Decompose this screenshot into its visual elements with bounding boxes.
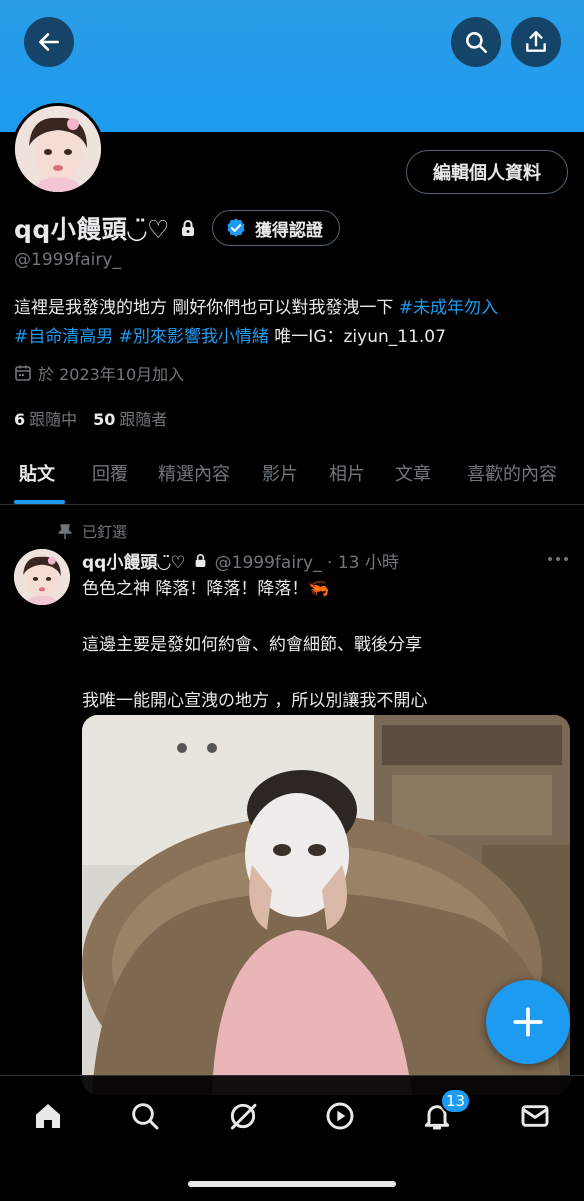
- post-text: 色色之神 降落！降落！降落！🦐 這邊主要是發如何約會、約會細節、戰後分享 我唯一…: [82, 575, 572, 715]
- following-link[interactable]: 6 跟隨中: [14, 406, 77, 430]
- profile-banner: [0, 0, 584, 132]
- lock-icon: [181, 220, 194, 236]
- tab-photos[interactable]: 相片: [329, 460, 365, 486]
- following-label: 跟隨中: [29, 410, 78, 429]
- bottom-nav: 13: [0, 1075, 584, 1201]
- tab-replies[interactable]: 回覆: [92, 460, 128, 486]
- hashtag-link[interactable]: #別來影響我小情緒: [119, 327, 269, 347]
- hashtag-link[interactable]: #未成年勿入: [399, 298, 498, 318]
- tab-videos[interactable]: 影片: [262, 460, 298, 486]
- following-count: 6: [14, 410, 26, 429]
- video-icon: [326, 1102, 354, 1130]
- nav-explore[interactable]: [125, 1096, 165, 1136]
- profile-tabs: 貼文 回覆 精選內容 影片 相片 文章 喜歡的內容: [0, 448, 584, 505]
- calendar-icon: [15, 365, 31, 381]
- home-icon: [36, 1104, 60, 1128]
- post-line: 色色之神 降落！降落！降落！🦐: [82, 579, 330, 599]
- followers-label: 跟隨者: [119, 410, 168, 429]
- tab-highlights[interactable]: 精選內容: [158, 460, 230, 486]
- join-date: 於 2023年10月加入: [14, 361, 184, 385]
- search-icon: [466, 32, 488, 54]
- nav-messages[interactable]: [515, 1096, 555, 1136]
- profile-bio: 這裡是我發洩的地方 剛好你們也可以對我發洩一下 #未成年勿入 #自命清高男 #別來…: [14, 294, 574, 352]
- hashtag-link[interactable]: #自命清高男: [14, 327, 113, 347]
- post-line: 我唯一能開心宣洩の地方 ，所以別讓我不開心: [82, 691, 428, 711]
- mail-icon: [521, 1105, 549, 1127]
- grok-icon: [230, 1103, 257, 1130]
- pin-icon: [58, 523, 72, 539]
- avatar-illustration: [14, 549, 70, 605]
- avatar-illustration: [15, 106, 101, 192]
- get-verified-button[interactable]: 獲得認證: [211, 210, 340, 246]
- pinned-indicator: 已釘選: [58, 521, 127, 542]
- post-header: qq小饅頭◡̈♡ @1999fairy_ · 13 小時: [82, 547, 399, 573]
- post-handle-time: @1999fairy_ · 13 小時: [214, 552, 399, 573]
- join-date-label: 於 2023年10月加入: [38, 365, 185, 384]
- plus-icon: [513, 1007, 543, 1037]
- lock-icon: [195, 553, 206, 567]
- explore-icon: [132, 1103, 159, 1130]
- post-author-name[interactable]: qq小饅頭◡̈♡: [82, 548, 186, 573]
- display-name: qq小饅頭◡̈♡: [14, 215, 170, 244]
- edit-profile-button[interactable]: 編輯個人資料: [406, 150, 568, 194]
- nav-video[interactable]: [320, 1096, 360, 1136]
- more-icon[interactable]: [546, 552, 570, 566]
- followers-count: 50: [93, 410, 116, 429]
- tab-posts[interactable]: 貼文: [19, 460, 55, 486]
- compose-button[interactable]: [486, 980, 570, 1064]
- bio-suffix: 唯一IG：ziyun_11.07: [268, 327, 446, 347]
- nav-grok[interactable]: [223, 1096, 263, 1136]
- profile-avatar[interactable]: [12, 103, 104, 195]
- share-icon: [526, 31, 546, 52]
- pinned-label: 已釘選: [82, 523, 128, 541]
- follow-stats: 6 跟隨中 50 跟隨者: [14, 406, 183, 430]
- followers-link[interactable]: 50 跟隨者: [93, 406, 167, 430]
- nav-home[interactable]: [28, 1096, 68, 1136]
- back-arrow-icon: [39, 33, 59, 51]
- active-tab-indicator: [14, 500, 65, 504]
- back-button[interactable]: [24, 17, 74, 67]
- tab-articles[interactable]: 文章: [395, 460, 431, 486]
- post-author-avatar[interactable]: [14, 549, 70, 605]
- get-verified-label: 獲得認證: [254, 220, 323, 241]
- post-line: 這邊主要是發如何約會、約會細節、戰後分享: [82, 635, 422, 655]
- notification-badge: 13: [440, 1088, 472, 1114]
- verified-badge-icon: [227, 218, 245, 237]
- search-button[interactable]: [451, 17, 501, 67]
- profile-handle: @1999fairy_: [14, 250, 121, 270]
- home-indicator: [188, 1181, 396, 1187]
- bio-text: 這裡是我發洩的地方 剛好你們也可以對我發洩一下: [14, 298, 399, 318]
- tab-likes[interactable]: 喜歡的內容: [467, 460, 557, 486]
- share-button[interactable]: [511, 17, 561, 67]
